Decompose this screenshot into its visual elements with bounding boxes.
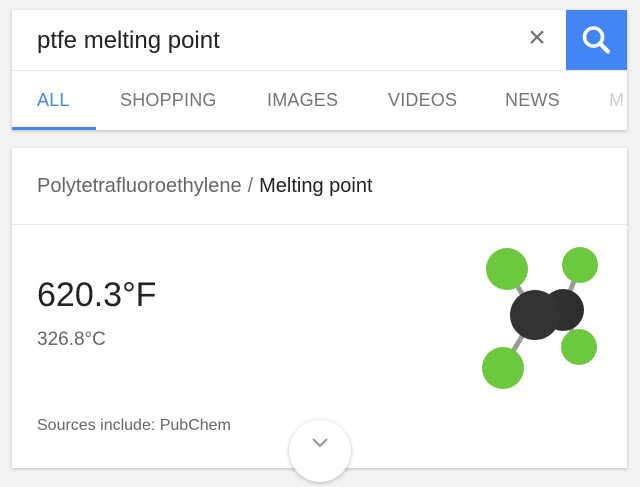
breadcrumb-entity[interactable]: Polytetrafluoroethylene	[37, 175, 242, 197]
sources-text: Sources include: PubChem	[37, 417, 231, 434]
answer-value-celsius: 326.8°C	[37, 329, 106, 350]
tab-images[interactable]: IMAGES	[267, 90, 338, 111]
search-input[interactable]: ptfe melting point	[37, 27, 220, 55]
fluorine-atom	[486, 248, 528, 290]
breadcrumb: Polytetrafluoroethylene / Melting point	[37, 175, 373, 198]
search-button[interactable]	[566, 10, 627, 70]
molecule-image[interactable]	[467, 238, 607, 398]
tab-more[interactable]: M	[609, 90, 624, 111]
search-card: ptfe melting point × ALL SHOPPING IMAGES…	[12, 10, 627, 130]
tab-all[interactable]: ALL	[37, 90, 70, 111]
search-tabs: ALL SHOPPING IMAGES VIDEOS NEWS M	[12, 71, 627, 130]
active-tab-indicator	[12, 127, 96, 130]
breadcrumb-separator: /	[247, 175, 254, 197]
answer-value: 620.3°F	[37, 276, 157, 314]
carbon-atom	[510, 290, 560, 340]
expand-chevron-icon	[312, 438, 328, 448]
fluorine-atom	[562, 247, 598, 283]
answer-card: Polytetrafluoroethylene / Melting point 62…	[12, 148, 627, 482]
clear-icon[interactable]: ×	[526, 23, 548, 53]
breadcrumb-attribute: Melting point	[259, 175, 373, 197]
tab-videos[interactable]: VIDEOS	[388, 90, 457, 111]
search-bar: ptfe melting point ×	[12, 10, 627, 70]
expand-button[interactable]	[289, 420, 351, 482]
search-icon	[582, 26, 611, 54]
fluorine-atom	[561, 329, 597, 365]
tab-news[interactable]: NEWS	[505, 90, 560, 111]
fluorine-atom	[482, 347, 524, 389]
tab-shopping[interactable]: SHOPPING	[120, 90, 217, 111]
divider	[12, 224, 627, 225]
